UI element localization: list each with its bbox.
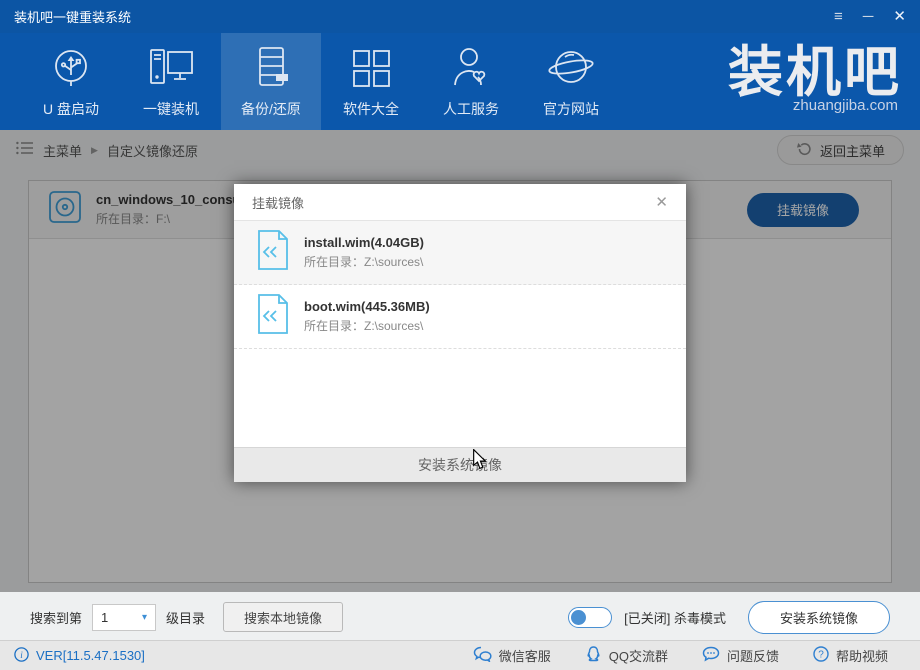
nav-tab-backup-restore[interactable]: 备份/还原 — [221, 33, 321, 130]
install-system-image-button[interactable]: 安装系统镜像 — [234, 447, 686, 482]
globe-icon — [546, 44, 596, 92]
nav-tab-label: 备份/还原 — [241, 101, 301, 117]
usb-icon — [48, 44, 94, 92]
mount-image-dialog: 挂载镜像 ✕ install.wim(4.04GB) 所在目录：Z:\sourc… — [234, 184, 686, 482]
wechat-support-link[interactable]: 微信客服 — [473, 646, 551, 665]
feedback-link[interactable]: 问题反馈 — [702, 646, 779, 665]
list-item[interactable]: boot.wim(445.36MB) 所在目录：Z:\sources\ — [234, 285, 686, 349]
wim-file-icon — [256, 293, 290, 340]
nav-tab-software[interactable]: 软件大全 — [321, 33, 421, 130]
wim-path: 所在目录：Z:\sources\ — [304, 255, 424, 269]
help-video-link[interactable]: ? 帮助视频 — [813, 646, 888, 665]
wim-meta: boot.wim(445.36MB) 所在目录：Z:\sources\ — [304, 299, 430, 334]
version-info: i VER[11.5.47.1530] — [14, 646, 145, 665]
support-person-icon — [448, 44, 494, 92]
wim-name: boot.wim(445.36MB) — [304, 299, 430, 314]
dialog-title: 挂载镜像 — [252, 195, 305, 211]
nav-tab-label: 官方网站 — [543, 101, 599, 117]
window-controls: ≡ ─ ✕ — [834, 9, 906, 24]
footer-links: 微信客服 QQ交流群 问题反馈 ? 帮助视频 — [473, 645, 888, 666]
help-icon: ? — [813, 646, 829, 665]
nav-tab-label: 一键装机 — [143, 101, 199, 117]
apps-grid-icon — [349, 44, 393, 92]
nav-tab-support[interactable]: 人工服务 — [421, 33, 521, 130]
title-bar: 装机吧一键重装系统 ≡ ─ ✕ — [0, 0, 920, 33]
antivirus-mode-toggle[interactable] — [568, 606, 613, 628]
close-icon[interactable]: ✕ — [893, 9, 906, 24]
main-nav: U 盘启动 一键装机 备份/还原 软件大全 人工服务 官方网站 装机吧 zhua… — [0, 33, 920, 130]
app-window: 装机吧一键重装系统 ≡ ─ ✕ U 盘启动 一键装机 备份/还原 软件大全 人工… — [0, 0, 920, 670]
wim-name: install.wim(4.04GB) — [304, 235, 424, 250]
brand-logo: 装机吧 zhuangjiba.com — [728, 39, 902, 114]
nav-tab-website[interactable]: 官方网站 — [521, 33, 621, 130]
mouse-cursor — [472, 448, 487, 475]
nav-tab-label: 软件大全 — [343, 101, 399, 117]
search-local-images-button[interactable]: 搜索本地镜像 — [223, 602, 344, 632]
depth-select-value: 1 — [101, 609, 109, 625]
install-system-image-button[interactable]: 安装系统镜像 — [748, 600, 890, 634]
nav-tab-usb-boot[interactable]: U 盘启动 — [21, 33, 121, 130]
feedback-link-label: 问题反馈 — [726, 649, 779, 664]
toggle-knob — [571, 609, 587, 625]
wechat-link-label: 微信客服 — [498, 649, 551, 664]
search-depth-suffix-label: 级目录 — [166, 610, 206, 626]
menu-icon[interactable]: ≡ — [834, 9, 843, 24]
svg-text:i: i — [20, 650, 23, 660]
wim-path: 所在目录：Z:\sources\ — [304, 319, 424, 333]
feedback-icon — [702, 646, 720, 665]
window-title: 装机吧一键重装系统 — [14, 10, 132, 25]
brand-logo-text: 装机吧 — [727, 41, 902, 103]
nav-tab-label: U 盘启动 — [43, 101, 99, 117]
status-footer: i VER[11.5.47.1530] 微信客服 QQ交流群 问题反馈 ? 帮助… — [0, 640, 920, 670]
backup-restore-icon — [248, 44, 294, 92]
info-icon: i — [14, 646, 29, 665]
depth-select[interactable]: 1 ▾ — [92, 603, 157, 631]
help-link-label: 帮助视频 — [835, 649, 888, 664]
search-depth-prefix-label: 搜索到第 — [30, 610, 83, 626]
antivirus-mode-label: [已关闭] 杀毒模式 — [624, 610, 726, 626]
qq-icon — [585, 645, 602, 666]
qq-link-label: QQ交流群 — [608, 649, 668, 664]
wechat-icon — [473, 646, 492, 665]
svg-text:?: ? — [818, 650, 824, 661]
bottom-bar: 搜索到第 1 ▾ 级目录 搜索本地镜像 [已关闭] 杀毒模式 安装系统镜像 — [0, 598, 920, 636]
dialog-header: 挂载镜像 ✕ — [234, 184, 686, 221]
version-label: VER[11.5.47.1530] — [36, 648, 145, 663]
nav-tab-one-key-install[interactable]: 一键装机 — [121, 33, 221, 130]
bottom-right-group: [已关闭] 杀毒模式 安装系统镜像 — [568, 600, 890, 634]
close-icon[interactable]: ✕ — [655, 193, 668, 211]
minimize-icon[interactable]: ─ — [863, 9, 874, 24]
chevron-down-icon: ▾ — [141, 611, 148, 623]
list-item[interactable]: install.wim(4.04GB) 所在目录：Z:\sources\ — [234, 221, 686, 285]
wim-file-icon — [256, 229, 290, 276]
nav-tab-label: 人工服务 — [443, 101, 499, 117]
wim-meta: install.wim(4.04GB) 所在目录：Z:\sources\ — [304, 235, 424, 270]
computer-icon — [147, 44, 195, 92]
qq-group-link[interactable]: QQ交流群 — [585, 645, 668, 666]
